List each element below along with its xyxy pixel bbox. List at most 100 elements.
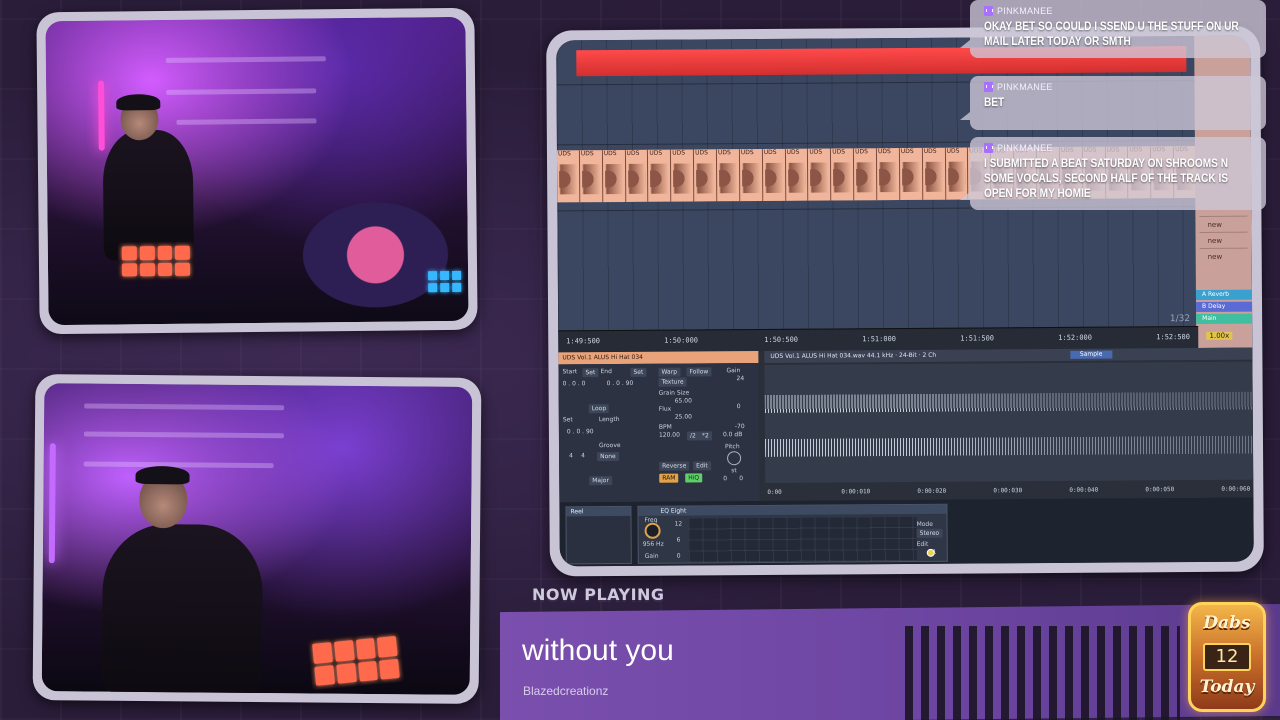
pitch-cents[interactable]: 0 [739,475,743,482]
eq-mode-select[interactable]: Stereo [916,528,943,538]
audio-clip[interactable]: UDS [854,148,878,201]
audio-clip[interactable]: UDS [808,148,832,201]
loop-toggle[interactable]: Loop [588,404,610,414]
pad [139,246,155,260]
chat-username-text: PINKMANEE [997,6,1053,16]
previous-device-title: Reel [566,506,631,517]
pad [121,262,137,277]
audio-clip[interactable]: UDS [602,149,626,203]
return-track-b[interactable]: B Delay [1196,301,1253,312]
webcam-bottom-feed [41,383,473,695]
audio-clip-label: UDS [900,147,914,156]
set-end-button[interactable]: Set [630,367,647,377]
sample-waveform[interactable]: 0:00 0:00:010 0:00:020 0:00:030 0:00:040… [764,361,1254,496]
dabs-badge-bottom: Today [1199,677,1255,697]
main-track[interactable]: Main [1196,313,1253,324]
audio-clip[interactable]: UDS [739,148,764,202]
audio-clip[interactable]: UDS [694,149,718,202]
set-start-button[interactable]: Set [582,368,599,378]
chat-message-text: BET [984,97,1005,109]
gain-value[interactable]: 0.0 dB [723,431,742,438]
signature-top[interactable]: 4 [569,452,573,459]
pad [157,262,173,277]
sample-tab[interactable]: Sample [1069,350,1113,359]
flux-value[interactable]: 25.00 [675,413,692,420]
waveform-channel-left [764,391,1253,413]
audio-clip[interactable]: UDS [625,149,649,202]
audio-clip-waveform [764,162,783,193]
shelf [176,118,317,125]
half-tempo-button[interactable]: /2 [686,431,699,441]
flux-label: Flux [658,405,672,413]
audio-clip[interactable]: UDS [556,150,581,203]
eq-scale-tick: 12 [674,520,683,528]
hiq-toggle[interactable]: HiQ [685,473,703,483]
pitch-unit: st [731,467,737,475]
audio-clip-label: UDS [672,149,686,157]
pad [335,662,357,684]
audio-clip-waveform [627,163,646,194]
audio-clip[interactable]: UDS [831,148,855,201]
warp-toggle[interactable]: Warp [658,367,681,377]
audio-clip[interactable]: UDS [716,149,741,202]
pitch-knob[interactable] [727,451,742,466]
eq-freq-knob[interactable] [644,522,661,539]
chat-message: PINKMANEE I SUBMITTED A BEAT SATURDAY ON… [960,137,1266,210]
gain-tick: -70 [734,423,745,431]
eq-graph[interactable] [688,516,935,563]
eq-freq-value[interactable]: 956 Hz [643,541,664,548]
track-item[interactable]: new [1199,215,1248,232]
signature-bottom[interactable]: 4 [581,452,585,459]
double-tempo-button[interactable]: *2 [698,431,712,441]
pad [312,642,333,664]
pad [440,270,450,281]
grain-size-value[interactable]: 65.00 [675,397,692,404]
chat-message-text: OKAY BET SO COULD I SSEND U THE STUFF ON… [984,21,1239,48]
zoom-value[interactable]: 1.00x [1206,331,1233,340]
follow-toggle[interactable]: Follow [686,367,712,377]
audio-clip[interactable]: UDS [648,149,672,202]
timeline-tick: 1:50:000 [664,336,699,345]
pad [428,283,438,293]
groove-select[interactable]: None [597,452,619,462]
shelf [166,88,317,95]
set-label: Set [562,416,573,424]
length-position[interactable]: 0 . 0 . 90 [567,428,594,435]
previous-device[interactable]: Reel [565,505,632,565]
start-position[interactable]: 0 . 0 . 0 [563,380,586,387]
audio-clip[interactable]: UDS [762,148,786,201]
bpm-label: BPM [658,423,672,431]
chat-username-text: PINKMANEE [997,143,1053,153]
pad [157,245,173,260]
grid-zoom-label: 1/32 [1169,314,1191,325]
audio-clip[interactable]: UDS [876,148,901,201]
pitch-label: Pitch [724,443,740,451]
eq-edit-value[interactable]: 1 [933,549,937,556]
pad [139,262,155,277]
pad [377,635,398,658]
edit-button[interactable]: Edit [693,461,711,471]
audio-clip-label: UDS [763,148,777,156]
end-position[interactable]: 0 . 0 . 90 [607,380,634,387]
end-label: End [600,368,612,376]
pad [355,638,376,660]
audio-clip[interactable]: UDS [899,147,924,201]
track-item[interactable]: new [1199,231,1248,248]
warp-mode-select[interactable]: Texture [658,377,687,387]
eq-eight-device[interactable]: EQ Eight Freq 956 Hz Gain 12 6 0 Mode St… [637,503,948,564]
streamer-cap [135,465,190,485]
track-item[interactable]: new [1199,247,1248,264]
audio-clip[interactable]: UDS [785,148,809,201]
scale-select[interactable]: Major [589,476,612,486]
pad [314,664,335,686]
cyan-pad-controller [428,270,462,293]
reverse-button[interactable]: Reverse [659,461,690,471]
bpm-value[interactable]: 120.00 [659,432,680,439]
audio-clip[interactable]: UDS [671,149,695,202]
pitch-semitones[interactable]: 0 [723,475,727,482]
return-track-a[interactable]: A Reverb [1195,289,1252,300]
audio-clip[interactable]: UDS [922,147,946,200]
audio-clip-label: UDS [717,149,731,157]
ram-toggle[interactable]: RAM [659,473,679,483]
audio-clip[interactable]: UDS [579,150,604,203]
